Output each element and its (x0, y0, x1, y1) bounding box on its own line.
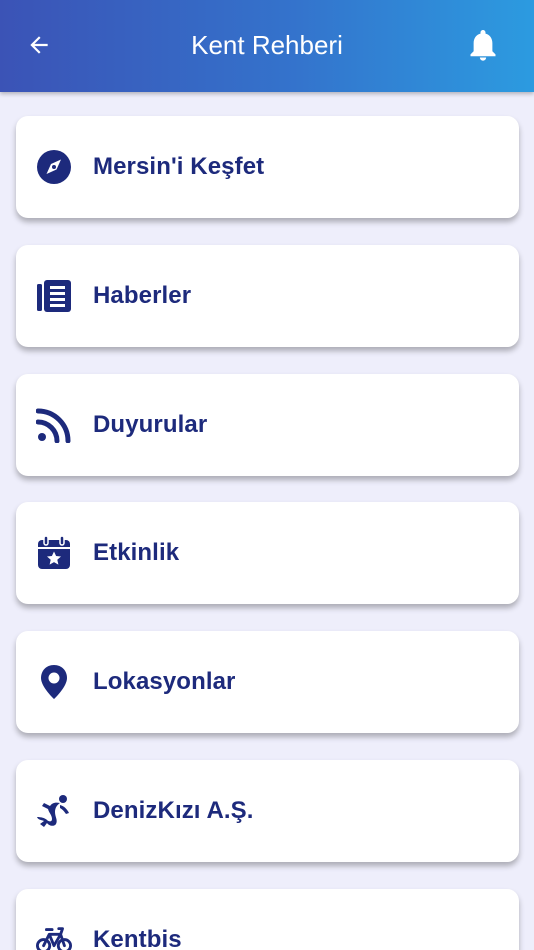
location-pin-icon (36, 664, 72, 700)
compass-icon (36, 149, 72, 185)
menu-item-label: Mersin'i Keşfet (93, 153, 265, 180)
menu-item-denizkizi[interactable]: DenizKızı A.Ş. (16, 760, 519, 862)
menu-item-haberler[interactable]: Haberler (16, 245, 519, 347)
menu-item-mersini-kesfet[interactable]: Mersin'i Keşfet (16, 116, 519, 218)
menu-item-etkinlik[interactable]: Etkinlik (16, 502, 519, 604)
menu-item-lokasyonlar[interactable]: Lokasyonlar (16, 631, 519, 733)
menu-item-label: DenizKızı A.Ş. (93, 797, 254, 824)
menu-item-label: Duyurular (93, 411, 208, 438)
menu-item-label: Haberler (93, 282, 192, 309)
notifications-button[interactable] (466, 27, 500, 63)
rss-feed-icon (36, 407, 72, 443)
app-bar: Kent Rehberi (0, 0, 534, 92)
bell-icon (470, 30, 496, 61)
menu-item-duyurular[interactable]: Duyurular (16, 374, 519, 476)
menu-item-label: Kentbis (93, 926, 182, 950)
menu-item-label: Lokasyonlar (93, 668, 236, 695)
menu-item-label: Etkinlik (93, 539, 180, 566)
newspaper-icon (36, 278, 72, 314)
menu-item-kentbis[interactable]: Kentbis (16, 889, 519, 950)
mermaid-icon (36, 793, 72, 829)
calendar-star-icon (36, 535, 72, 571)
bicycle-icon (36, 922, 72, 950)
menu-list: Mersin'i Keşfet Haberler Duyurular Etkin… (0, 0, 534, 950)
page-title: Kent Rehberi (191, 30, 343, 60)
